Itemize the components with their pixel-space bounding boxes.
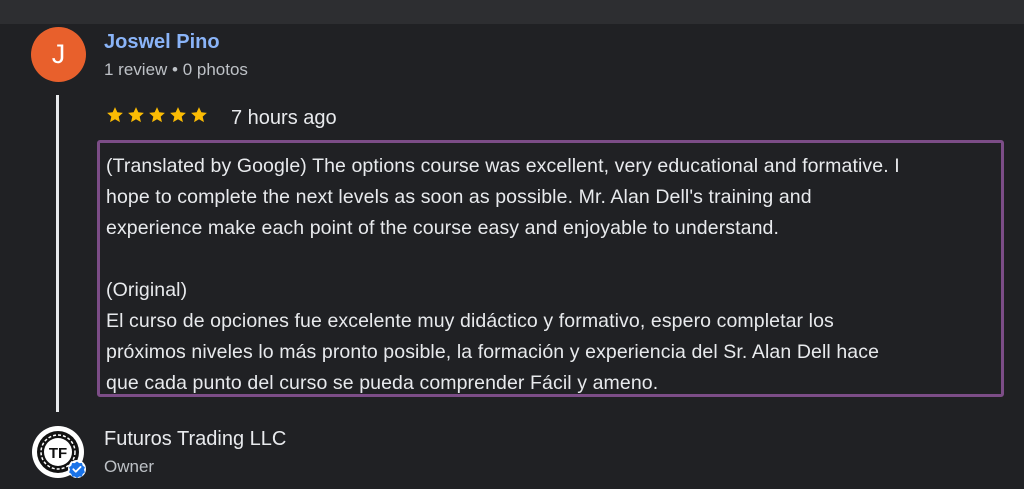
- reviewer-name-link[interactable]: Joswel Pino: [104, 31, 220, 54]
- avatar-initial: J: [51, 39, 66, 69]
- star-icon: [191, 107, 207, 123]
- review-text-box: (Translated by Google) The options cours…: [97, 140, 1004, 397]
- review-translated-line: (Translated by Google) The options cours…: [106, 155, 900, 177]
- owner-avatar[interactable]: TF: [31, 425, 86, 480]
- star-icon: [170, 107, 186, 123]
- star-icon: [128, 107, 144, 123]
- owner-role: Owner: [104, 457, 155, 476]
- star-rating: [106, 106, 208, 128]
- reviewer-avatar[interactable]: J: [31, 27, 86, 82]
- star-icon: [149, 107, 165, 123]
- review-original-line: próximos niveles lo más pronto posible, …: [106, 341, 880, 363]
- review-time: 7 hours ago: [231, 107, 337, 129]
- top-bar: [0, 0, 1024, 24]
- review-translated-line: experience make each point of the course…: [106, 217, 780, 239]
- owner-name: Futuros Trading LLC: [104, 428, 287, 450]
- owner-logo-text: TF: [49, 445, 67, 462]
- star-icon: [107, 107, 123, 123]
- review-original-header: (Original): [106, 279, 188, 301]
- review-original-line: que cada punto del curso se pueda compre…: [106, 372, 659, 394]
- review-page: J Joswel Pino 1 review • 0 photos 7 hour…: [0, 0, 1024, 489]
- thread-line: [56, 95, 59, 412]
- reviewer-meta: 1 review • 0 photos: [104, 60, 248, 79]
- review-translated-line: hope to complete the next levels as soon…: [106, 186, 812, 208]
- review-original-line: El curso de opciones fue excelente muy d…: [106, 310, 834, 332]
